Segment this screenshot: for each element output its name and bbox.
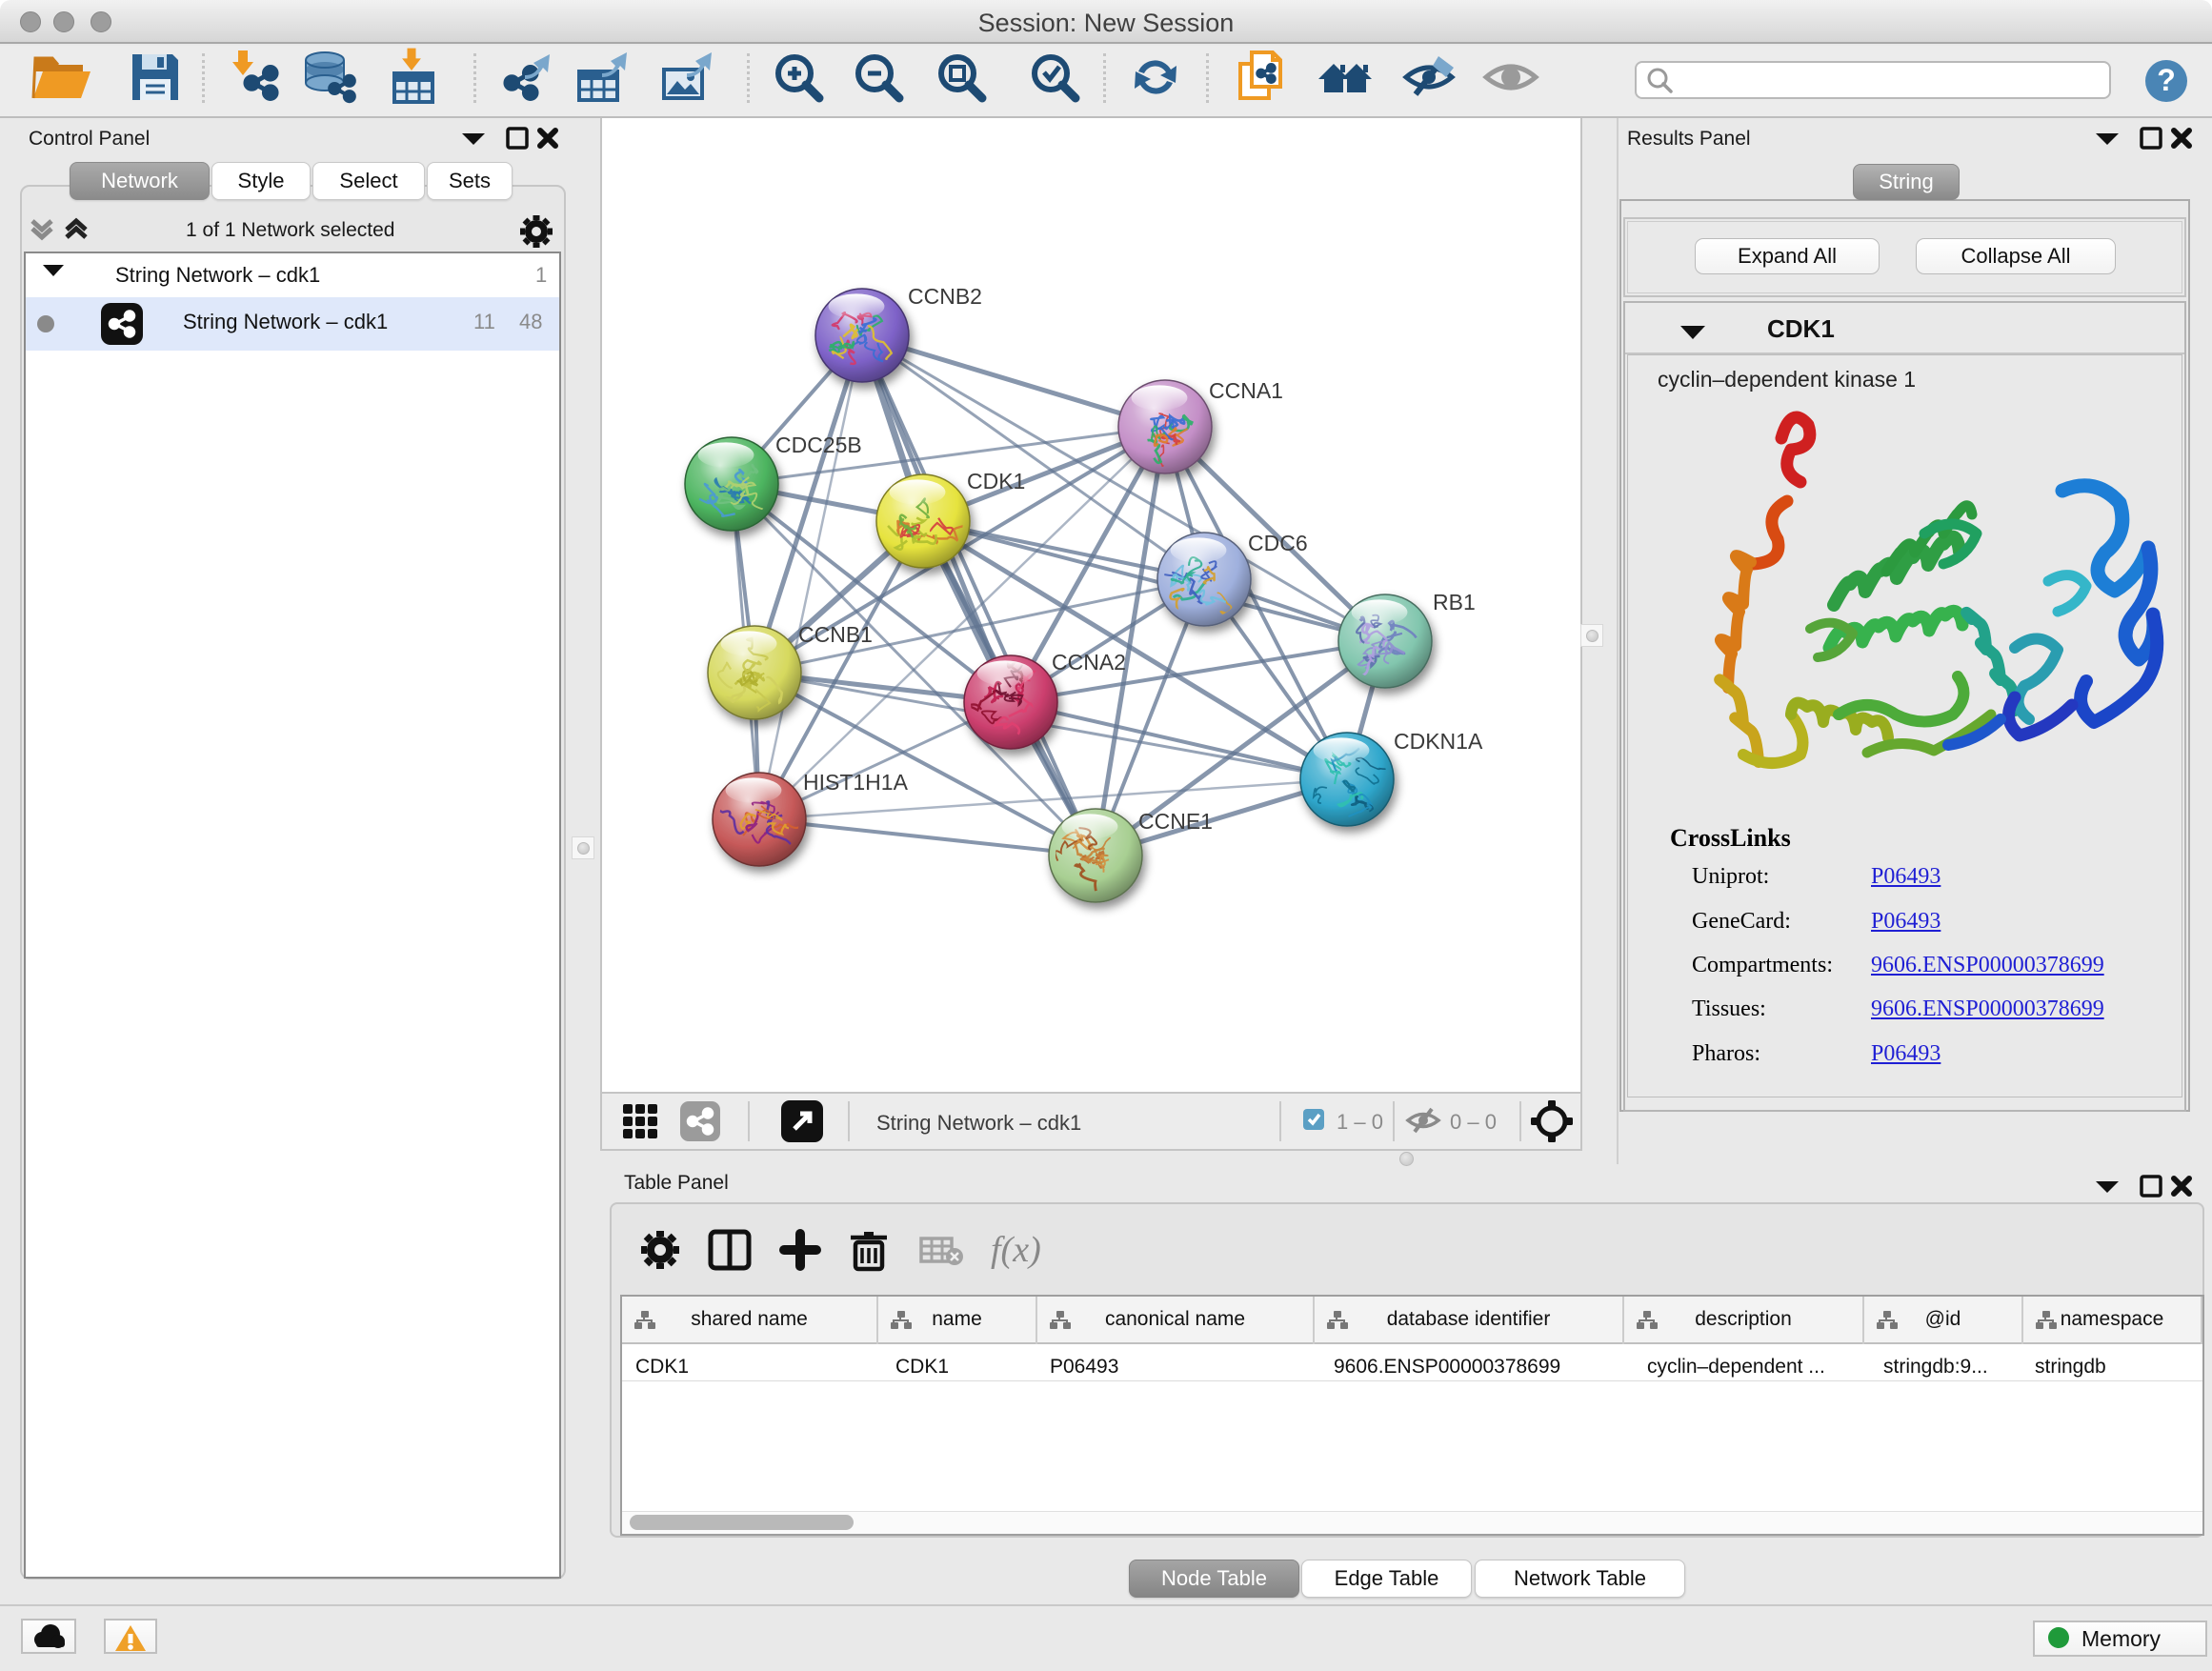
svg-text:0 – 0: 0 – 0 [1450,1110,1497,1134]
svg-text:RB1: RB1 [1433,590,1476,614]
svg-text:CCNA1: CCNA1 [1209,378,1283,403]
svg-text:CDKN1A: CDKN1A [1394,729,1483,754]
svg-text:HIST1H1A: HIST1H1A [803,770,909,795]
svg-text:CCNE1: CCNE1 [1138,809,1213,834]
svg-text:CDK1: CDK1 [967,469,1025,493]
svg-text:f(x): f(x) [991,1230,1041,1270]
svg-text:CDC25B: CDC25B [775,433,862,457]
svg-text:CDC6: CDC6 [1248,531,1308,555]
svg-text:?: ? [2157,63,2176,97]
svg-text:CCNA2: CCNA2 [1052,650,1126,674]
svg-text:1 – 0: 1 – 0 [1337,1110,1383,1134]
svg-text:CCNB1: CCNB1 [798,622,873,647]
svg-text:String Network – cdk1: String Network – cdk1 [876,1111,1081,1135]
svg-text:CCNB2: CCNB2 [908,284,982,309]
